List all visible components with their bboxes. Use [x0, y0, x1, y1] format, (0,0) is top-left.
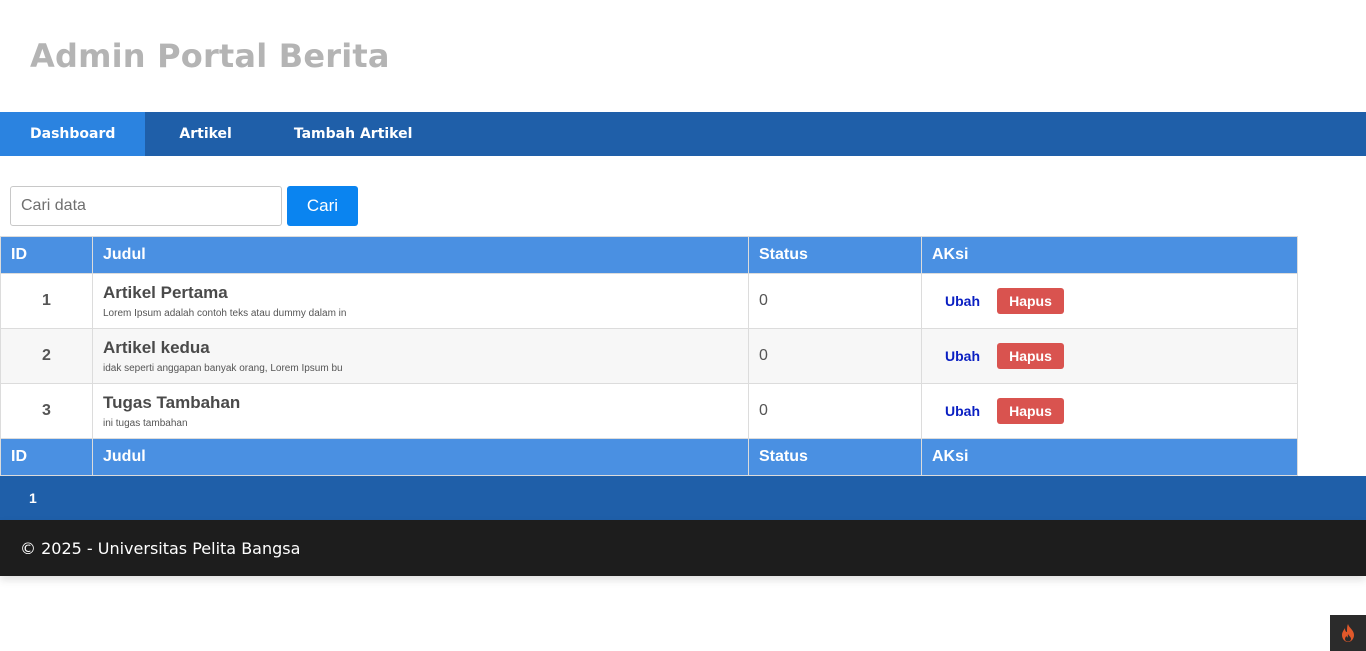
nav-item-artikel[interactable]: Artikel — [145, 112, 263, 156]
row-actions-cell: Ubah Hapus — [921, 328, 1298, 384]
footer-column-aksi: AKsi — [921, 438, 1298, 476]
site-footer: © 2025 - Universitas Pelita Bangsa — [0, 520, 1366, 576]
flame-icon — [1342, 624, 1354, 642]
row-status: 0 — [748, 383, 922, 439]
row-actions: Ubah Hapus — [932, 398, 1287, 424]
footer-column-status: Status — [748, 438, 922, 476]
table-row: 1 Artikel Pertama Lorem Ipsum adalah con… — [0, 273, 1298, 329]
search-input[interactable] — [10, 186, 282, 226]
edit-link[interactable]: Ubah — [945, 403, 980, 419]
row-status: 0 — [748, 273, 922, 329]
column-header-id: ID — [0, 236, 93, 274]
search-form: Cari — [0, 156, 1366, 236]
debug-toolbar-toggle[interactable] — [1330, 615, 1366, 651]
footer-copyright: © 2025 - Universitas Pelita Bangsa — [20, 538, 301, 558]
article-excerpt: Lorem Ipsum adalah contoh teks atau dumm… — [103, 308, 347, 319]
edit-link[interactable]: Ubah — [945, 348, 980, 364]
row-status: 0 — [748, 328, 922, 384]
table-footer-row: ID Judul Status AKsi — [0, 438, 1298, 476]
delete-button[interactable]: Hapus — [997, 288, 1064, 314]
article-title: Tugas Tambahan — [103, 393, 241, 412]
site-title: Admin Portal Berita — [30, 37, 390, 75]
row-actions-cell: Ubah Hapus — [921, 383, 1298, 439]
site-header: Admin Portal Berita — [0, 0, 1366, 112]
delete-button[interactable]: Hapus — [997, 343, 1064, 369]
article-excerpt: idak seperti anggapan banyak orang, Lore… — [103, 363, 343, 374]
column-header-judul: Judul — [92, 236, 749, 274]
row-id: 3 — [0, 383, 93, 439]
column-header-status: Status — [748, 236, 922, 274]
page: Admin Portal Berita Dashboard Artikel Ta… — [0, 0, 1366, 651]
row-judul-cell: Artikel kedua idak seperti anggapan bany… — [92, 328, 749, 384]
row-id: 1 — [0, 273, 93, 329]
row-actions: Ubah Hapus — [932, 343, 1287, 369]
search-button[interactable]: Cari — [287, 186, 358, 226]
row-judul-cell: Artikel Pertama Lorem Ipsum adalah conto… — [92, 273, 749, 329]
article-excerpt: ini tugas tambahan — [103, 418, 188, 429]
table-header-row: ID Judul Status AKsi — [0, 236, 1298, 274]
row-id: 2 — [0, 328, 93, 384]
page-link-1[interactable]: 1 — [29, 490, 37, 506]
article-title: Artikel Pertama — [103, 283, 228, 302]
main-nav: Dashboard Artikel Tambah Artikel — [0, 112, 1366, 156]
footer-column-judul: Judul — [92, 438, 749, 476]
delete-button[interactable]: Hapus — [997, 398, 1064, 424]
nav-item-tambah-artikel[interactable]: Tambah Artikel — [264, 112, 445, 156]
nav-item-dashboard[interactable]: Dashboard — [0, 112, 146, 156]
row-actions: Ubah Hapus — [932, 288, 1287, 314]
table-row: 2 Artikel kedua idak seperti anggapan ba… — [0, 328, 1298, 384]
edit-link[interactable]: Ubah — [945, 293, 980, 309]
column-header-aksi: AKsi — [921, 236, 1298, 274]
article-title: Artikel kedua — [103, 338, 210, 357]
row-judul-cell: Tugas Tambahan ini tugas tambahan — [92, 383, 749, 439]
table-row: 3 Tugas Tambahan ini tugas tambahan 0 Ub… — [0, 383, 1298, 439]
footer-column-id: ID — [0, 438, 93, 476]
pagination-bar: 1 — [0, 476, 1366, 520]
row-actions-cell: Ubah Hapus — [921, 273, 1298, 329]
articles-table: ID Judul Status AKsi 1 Artikel Pertama L… — [0, 236, 1298, 476]
